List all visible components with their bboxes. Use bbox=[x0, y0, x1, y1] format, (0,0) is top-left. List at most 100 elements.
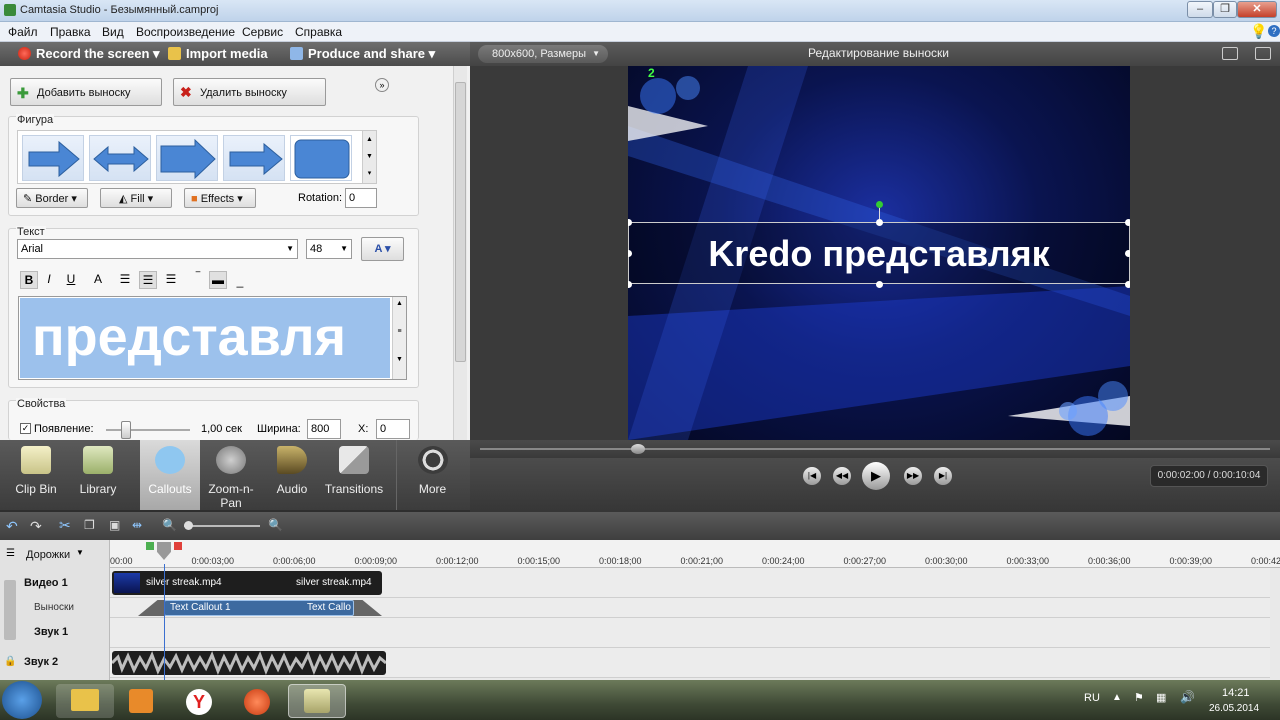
cut-icon[interactable]: ✂ bbox=[59, 517, 71, 534]
clock-date[interactable]: 26.05.2014 bbox=[1209, 703, 1259, 714]
resize-handle[interactable] bbox=[1125, 281, 1130, 288]
shape-arrow-block[interactable] bbox=[156, 135, 218, 181]
menu-file[interactable]: Файл bbox=[8, 25, 38, 39]
menu-help[interactable]: Справка bbox=[295, 25, 342, 39]
add-callout-button[interactable]: ✚ Добавить выноску bbox=[10, 78, 162, 106]
import-media-button[interactable]: Import media bbox=[168, 46, 268, 61]
menu-view[interactable]: Вид bbox=[102, 25, 124, 39]
flag-icon[interactable]: ⚑ bbox=[1134, 691, 1144, 704]
resize-handle[interactable] bbox=[876, 281, 883, 288]
fast-forward-icon[interactable]: ▶▶ bbox=[904, 467, 922, 485]
x-input[interactable]: 0 bbox=[376, 419, 410, 439]
panel-scrollbar[interactable] bbox=[453, 66, 467, 440]
scrub-track[interactable] bbox=[480, 448, 1270, 450]
play-icon[interactable]: ▶ bbox=[862, 462, 890, 490]
rewind-icon[interactable]: ◀◀ bbox=[833, 467, 851, 485]
tab-audio[interactable]: Audio bbox=[266, 440, 318, 510]
menu-edit[interactable]: Правка bbox=[50, 25, 91, 39]
resize-handle[interactable] bbox=[1125, 250, 1130, 257]
shape-arrow-notched[interactable] bbox=[223, 135, 285, 181]
border-button[interactable]: ✎ Border ▾ bbox=[16, 188, 88, 208]
font-color-button[interactable]: A ▾ bbox=[361, 237, 404, 261]
resize-handle[interactable] bbox=[1125, 219, 1130, 226]
yandex-browser-taskbar-icon[interactable]: Y bbox=[170, 684, 228, 718]
recorder-taskbar-icon[interactable] bbox=[228, 684, 286, 718]
skip-back-icon[interactable]: |◀ bbox=[803, 467, 821, 485]
network-icon[interactable]: ▦ bbox=[1156, 691, 1166, 704]
tab-callouts[interactable]: Callouts bbox=[140, 440, 200, 510]
tab-more[interactable]: More bbox=[396, 440, 468, 510]
valign-top-icon[interactable]: ‾ bbox=[189, 269, 207, 287]
zoom-out-icon[interactable]: 🔍 bbox=[162, 518, 177, 532]
track-lock[interactable] bbox=[4, 580, 16, 640]
skip-end-icon[interactable]: ▶| bbox=[934, 467, 952, 485]
appear-checkbox[interactable]: ✓ bbox=[20, 423, 31, 434]
tracks-menu-icon[interactable]: ☰ bbox=[6, 548, 15, 559]
fill-button[interactable]: ◭ Fill ▾ bbox=[100, 188, 172, 208]
explorer-taskbar-icon[interactable] bbox=[56, 684, 114, 718]
width-input[interactable]: 800 bbox=[307, 419, 341, 439]
video-clip[interactable]: silver streak.mp4 silver streak.mp4 bbox=[112, 571, 382, 595]
detach-icon[interactable] bbox=[1222, 47, 1238, 60]
shape-arrow-double[interactable] bbox=[89, 135, 151, 181]
callout-clip[interactable]: Text Callout 1 Text Callo bbox=[164, 600, 354, 616]
remove-callout-button[interactable]: ✖ Удалить выноску bbox=[173, 78, 326, 106]
help-icon[interactable]: ? bbox=[1268, 25, 1280, 37]
zoom-slider-thumb[interactable] bbox=[184, 521, 193, 530]
align-right-icon[interactable]: ☰ bbox=[162, 271, 180, 289]
shape-rounded-rect[interactable] bbox=[290, 135, 352, 181]
video-canvas[interactable]: 2 Kredo представляк bbox=[628, 66, 1130, 440]
appear-slider-track[interactable] bbox=[106, 429, 190, 431]
callout-text-editor[interactable]: представля ▲ ≡ ▼ bbox=[18, 296, 407, 380]
menu-tools[interactable]: Сервис bbox=[242, 25, 283, 39]
split-icon[interactable]: ⇹ bbox=[132, 518, 142, 532]
undo-icon[interactable]: ↶ bbox=[6, 518, 18, 535]
appear-slider-handle[interactable] bbox=[121, 421, 131, 439]
clock-time[interactable]: 14:21 bbox=[1222, 687, 1250, 699]
rotate-handle[interactable] bbox=[876, 201, 883, 208]
font-select[interactable]: Arial ▼ bbox=[17, 239, 298, 259]
callout-selection-box[interactable]: Kredo представляк bbox=[628, 201, 1130, 288]
volume-icon[interactable]: 🔊 bbox=[1180, 690, 1195, 704]
shape-arrow-right[interactable] bbox=[22, 135, 84, 181]
zoom-slider[interactable] bbox=[184, 525, 260, 527]
font-size-select[interactable]: 48 ▼ bbox=[306, 239, 352, 259]
redo-icon[interactable]: ↷ bbox=[30, 518, 42, 535]
italic-icon[interactable]: I bbox=[40, 271, 58, 289]
tab-transitions[interactable]: Transitions bbox=[318, 440, 390, 510]
zoom-in-icon[interactable]: 🔍 bbox=[268, 518, 283, 532]
paste-icon[interactable]: ▣ bbox=[109, 518, 120, 532]
maximize-icon[interactable]: ❐ bbox=[1213, 1, 1237, 18]
tab-clip-bin[interactable]: Clip Bin bbox=[0, 440, 72, 510]
tab-library[interactable]: Library bbox=[72, 440, 124, 510]
resize-handle[interactable] bbox=[876, 219, 883, 226]
audio-lock-icon[interactable]: 🔒 bbox=[4, 656, 16, 667]
start-button-icon[interactable] bbox=[2, 681, 42, 719]
audio-clip[interactable] bbox=[112, 651, 386, 675]
tracks-label[interactable]: Дорожки bbox=[26, 549, 70, 561]
canvas-size-dropdown[interactable]: 800x600, Размеры ▼ bbox=[478, 45, 608, 63]
lightbulb-icon[interactable]: 💡 bbox=[1250, 23, 1267, 40]
media-player-taskbar-icon[interactable] bbox=[112, 684, 170, 718]
scrub-thumb[interactable] bbox=[631, 444, 645, 454]
time-ruler[interactable]: 00:00 0:00:03;00 0:00:06;00 0:00:09;00 0:00:… bbox=[110, 540, 1280, 568]
record-screen-button[interactable]: Record the screen ▾ bbox=[18, 46, 160, 62]
tray-expand-icon[interactable]: ▲ bbox=[1112, 692, 1122, 703]
language-indicator[interactable]: RU bbox=[1084, 692, 1100, 704]
align-center-icon[interactable]: ☰ bbox=[139, 271, 157, 289]
valign-bottom-icon[interactable]: _ bbox=[231, 273, 249, 291]
minimize-icon[interactable]: – bbox=[1187, 1, 1213, 18]
menu-playback[interactable]: Воспроизведение bbox=[136, 25, 235, 39]
out-marker[interactable] bbox=[174, 542, 182, 550]
produce-share-button[interactable]: Produce and share ▾ bbox=[290, 46, 435, 62]
underline-icon[interactable]: U bbox=[62, 271, 80, 289]
close-icon[interactable]: ✕ bbox=[1237, 1, 1277, 18]
resize-handle[interactable] bbox=[628, 219, 632, 226]
bold-icon[interactable]: B bbox=[20, 271, 38, 289]
shape-scroll[interactable]: ▲ ▼ ▾ bbox=[362, 131, 376, 183]
camtasia-taskbar-icon[interactable] bbox=[288, 684, 346, 718]
chevron-down-icon[interactable]: ▼ bbox=[76, 548, 84, 557]
in-marker[interactable] bbox=[146, 542, 154, 550]
fullscreen-icon[interactable] bbox=[1255, 47, 1271, 60]
collapse-icon[interactable]: » bbox=[375, 78, 389, 92]
